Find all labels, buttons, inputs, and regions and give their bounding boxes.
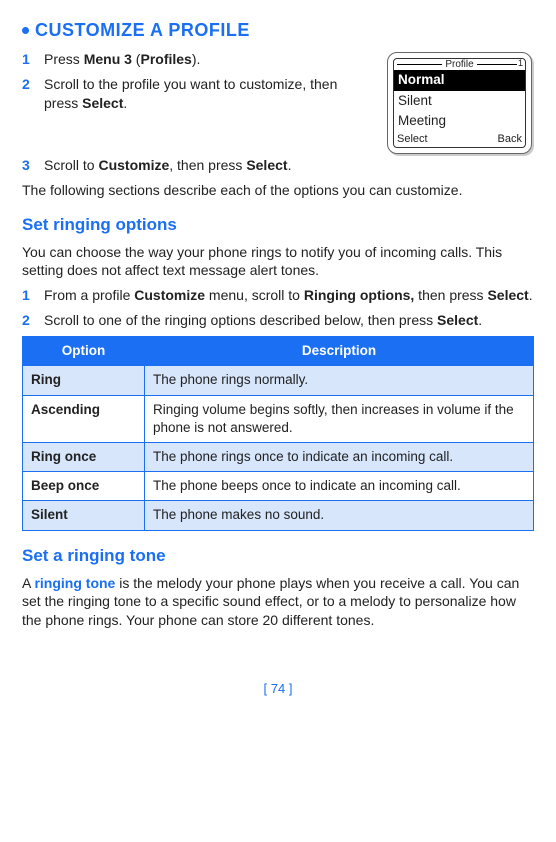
- para-ringing-options: You can choose the way your phone rings …: [22, 243, 534, 281]
- top-block: 1 Press Menu 3 (Profiles). 2 Scroll to t…: [22, 50, 534, 156]
- step-number: 1: [22, 50, 30, 69]
- table-row: Ring The phone rings normally.: [23, 366, 534, 395]
- step-number: 3: [22, 156, 30, 175]
- heading-ringing-tone: Set a ringing tone: [22, 545, 534, 568]
- step-number: 2: [22, 75, 30, 94]
- step-1: 1 Press Menu 3 (Profiles).: [44, 50, 375, 69]
- td-option: Ring: [23, 366, 145, 395]
- softkey-left: Select: [397, 132, 428, 147]
- table-row: Ascending Ringing volume begins softly, …: [23, 395, 534, 442]
- para-after-steps: The following sections describe each of …: [22, 181, 534, 200]
- heading-ringing-options: Set ringing options: [22, 214, 534, 237]
- phone-item-silent: Silent: [394, 91, 525, 111]
- td-option: Ring once: [23, 442, 145, 471]
- step-number: 1: [22, 286, 30, 305]
- td-desc: The phone makes no sound.: [145, 501, 534, 530]
- steps-ring-list: 1 From a profile Customize menu, scroll …: [22, 286, 534, 330]
- steps-top-list-cont: 3 Scroll to Customize, then press Select…: [22, 156, 534, 175]
- ring-step-2: 2 Scroll to one of the ringing options d…: [44, 311, 534, 330]
- heading-customize-profile: CUSTOMIZE A PROFILE: [22, 18, 534, 42]
- table-row: Ring once The phone rings once to indica…: [23, 442, 534, 471]
- bullet-icon: [22, 27, 29, 34]
- phone-title-text: Profile: [442, 59, 476, 70]
- step-text: From a profile Customize menu, scroll to…: [44, 287, 533, 303]
- step-number: 2: [22, 311, 30, 330]
- steps-top-list: 1 Press Menu 3 (Profiles). 2 Scroll to t…: [22, 50, 375, 113]
- td-desc: The phone rings normally.: [145, 366, 534, 395]
- ring-step-1: 1 From a profile Customize menu, scroll …: [44, 286, 534, 305]
- glossary-term-ringing-tone: ringing tone: [34, 575, 115, 591]
- table-row: Beep once The phone beeps once to indica…: [23, 472, 534, 501]
- softkey-right: Back: [498, 132, 522, 147]
- ringing-options-table: Option Description Ring The phone rings …: [22, 336, 534, 531]
- step-3: 3 Scroll to Customize, then press Select…: [44, 156, 534, 175]
- phone-title-bar: Profile 1: [394, 59, 525, 70]
- phone-frame: Profile 1 Normal Silent Meeting Select B…: [387, 52, 532, 154]
- heading-text: CUSTOMIZE A PROFILE: [35, 20, 250, 40]
- phone-softkeys: Select Back: [394, 131, 525, 147]
- step-text: Press Menu 3 (Profiles).: [44, 51, 200, 67]
- td-desc: Ringing volume begins softly, then incre…: [145, 395, 534, 442]
- th-description: Description: [145, 337, 534, 366]
- phone-title-corner: 1: [518, 58, 523, 69]
- table-row: Silent The phone makes no sound.: [23, 501, 534, 530]
- td-option: Silent: [23, 501, 145, 530]
- td-option: Beep once: [23, 472, 145, 501]
- phone-item-meeting: Meeting: [394, 111, 525, 131]
- page-number: [ 74 ]: [22, 680, 534, 698]
- phone-illustration: Profile 1 Normal Silent Meeting Select B…: [385, 50, 534, 156]
- para-ringing-tone: A ringing tone is the melody your phone …: [22, 574, 534, 631]
- step-text: Scroll to the profile you want to custom…: [44, 76, 337, 111]
- step-2: 2 Scroll to the profile you want to cust…: [44, 75, 375, 113]
- step-text: Scroll to Customize, then press Select.: [44, 157, 291, 173]
- td-desc: The phone beeps once to indicate an inco…: [145, 472, 534, 501]
- th-option: Option: [23, 337, 145, 366]
- phone-screen: Profile 1 Normal Silent Meeting Select B…: [393, 58, 526, 148]
- step-text: Scroll to one of the ringing options des…: [44, 312, 482, 328]
- td-option: Ascending: [23, 395, 145, 442]
- top-left-col: 1 Press Menu 3 (Profiles). 2 Scroll to t…: [22, 50, 375, 156]
- td-desc: The phone rings once to indicate an inco…: [145, 442, 534, 471]
- phone-item-normal: Normal: [394, 70, 525, 90]
